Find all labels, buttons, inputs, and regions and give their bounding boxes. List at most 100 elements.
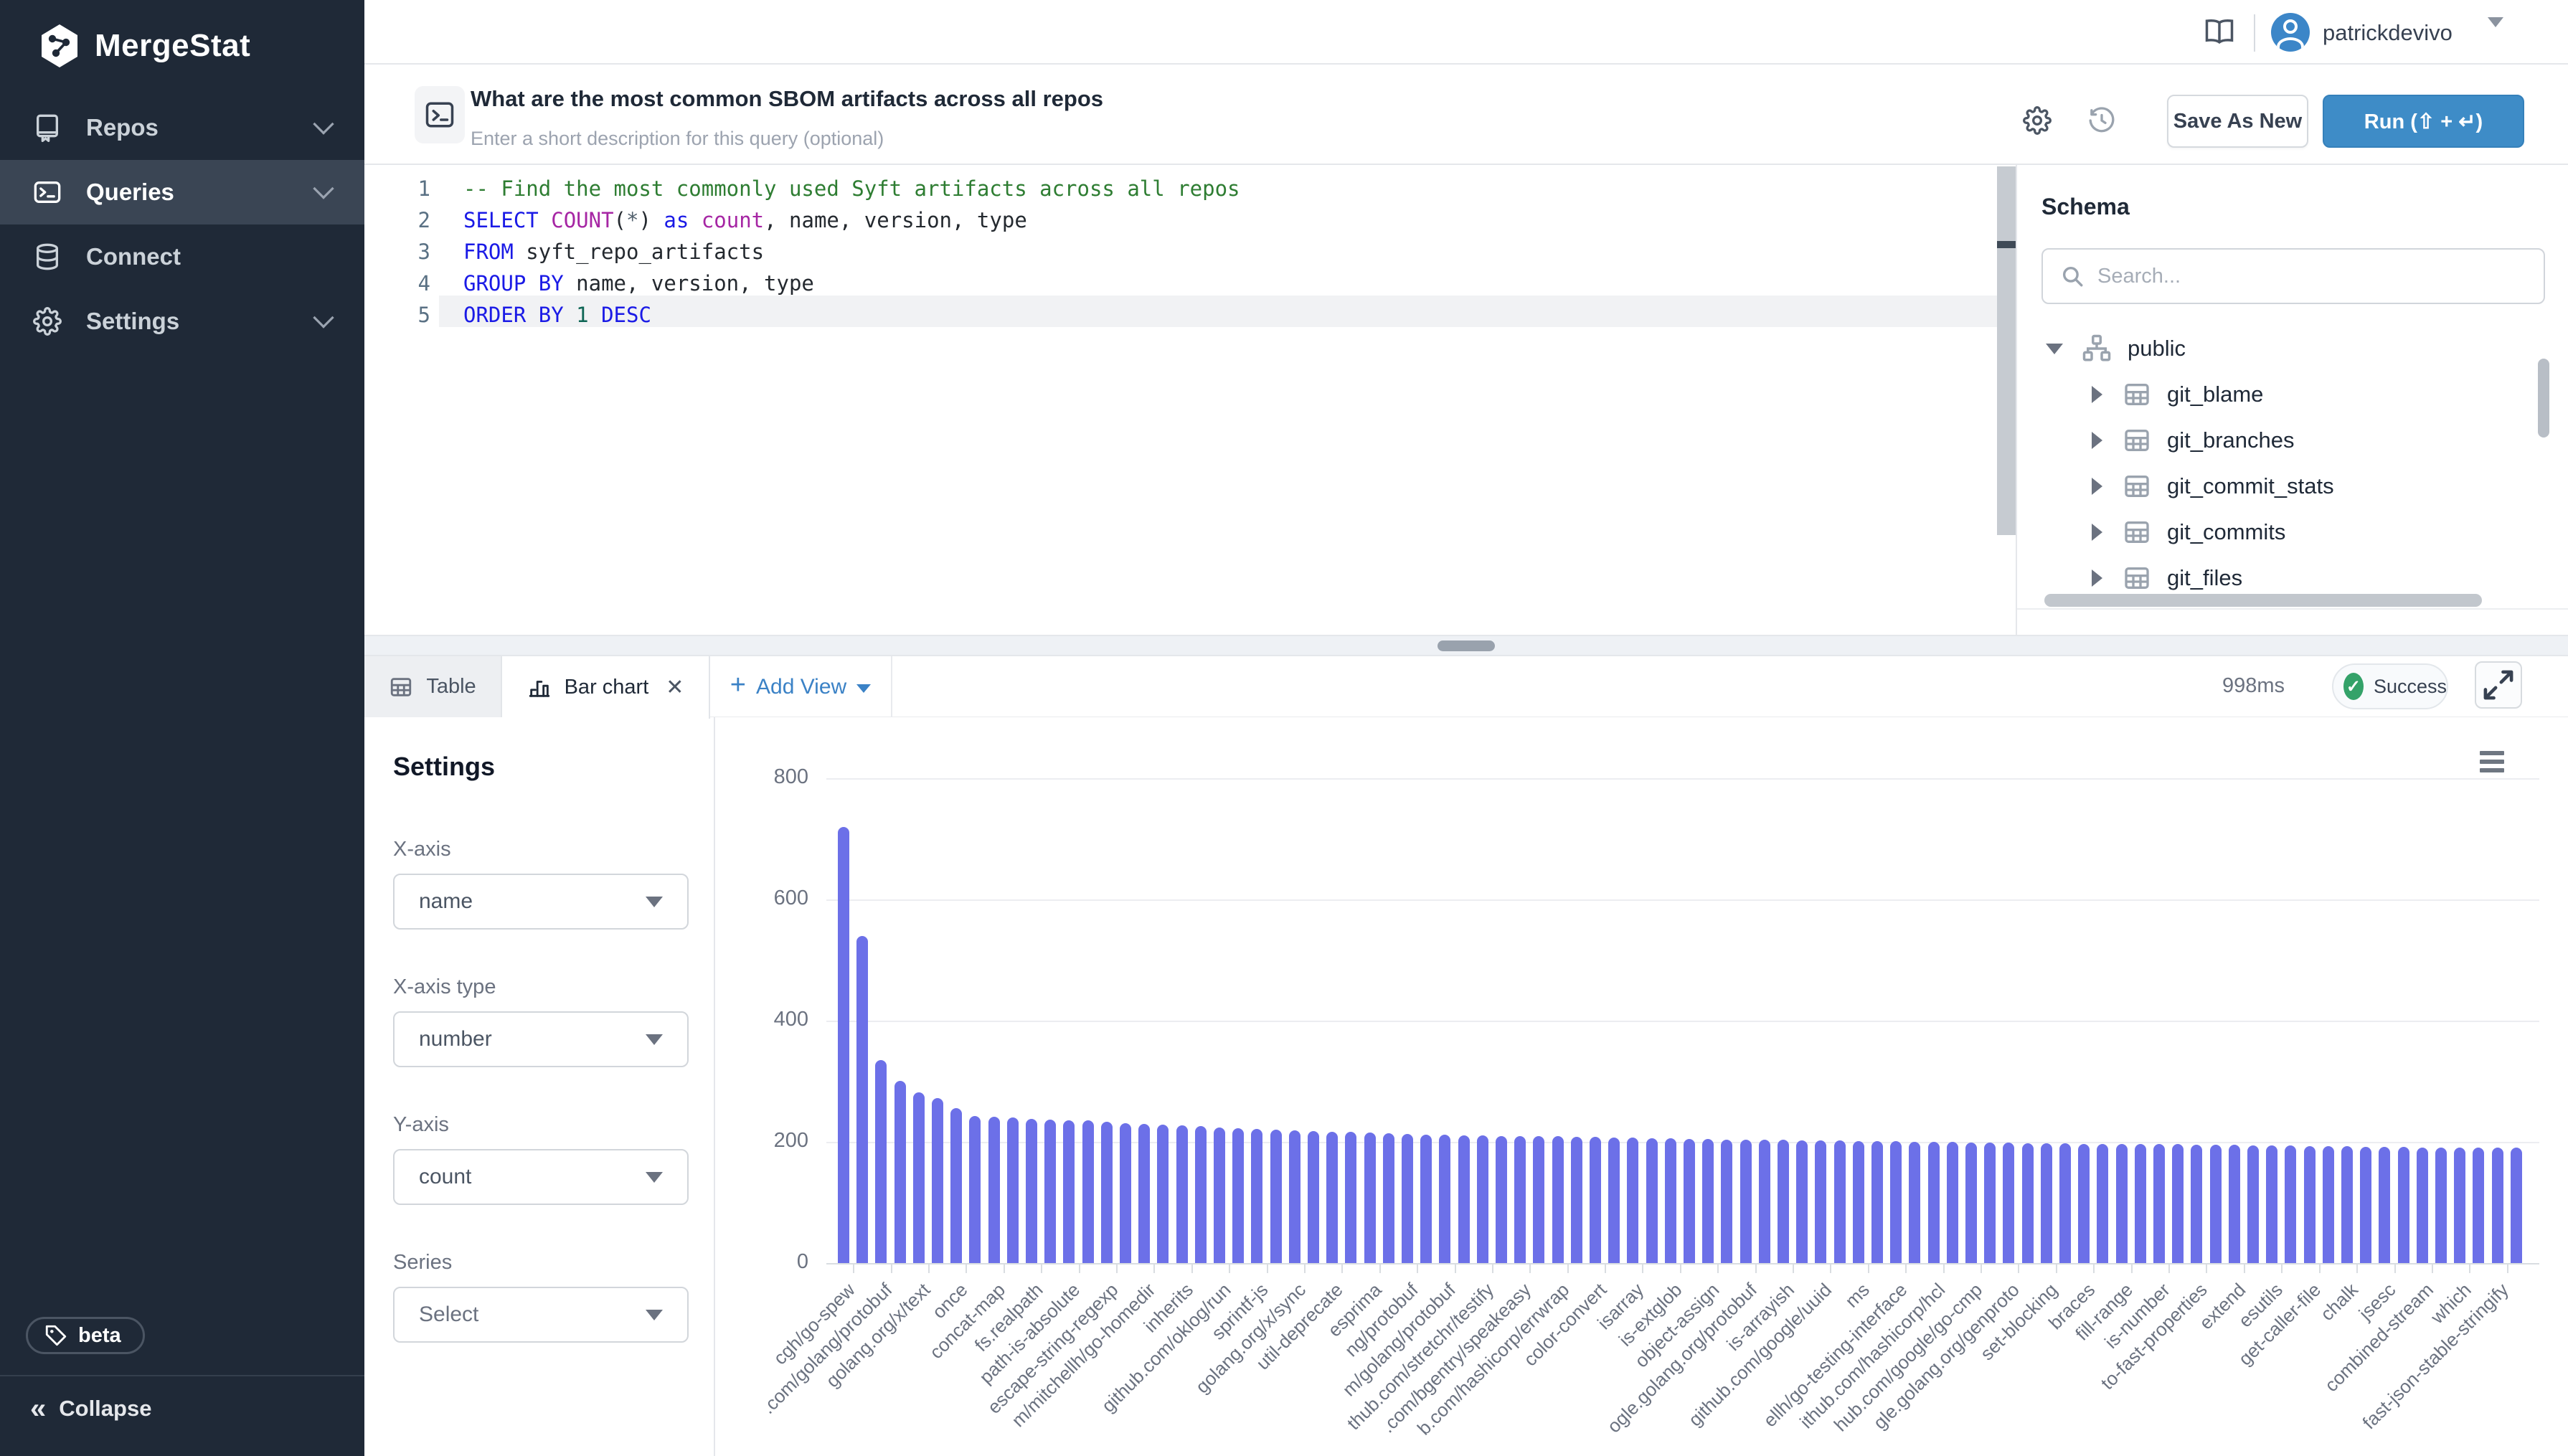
bar: [2435, 1148, 2447, 1263]
sql-editor[interactable]: 12345 -- Find the most commonly used Syf…: [364, 165, 2017, 635]
x-tick: [1830, 1264, 1831, 1273]
y-tick-label: 200: [715, 1129, 808, 1153]
username[interactable]: patrickdevivo: [2323, 20, 2453, 46]
x-tick: [1417, 1264, 1418, 1273]
gridline: [826, 1021, 2539, 1022]
save-as-new-label: Save As New: [2173, 110, 2302, 133]
bar: [2229, 1145, 2240, 1263]
schema-horizontal-scrollbar[interactable]: [2044, 594, 2482, 607]
bar: [1270, 1130, 1282, 1263]
bar: [1984, 1143, 1996, 1263]
user-menu-caret-icon[interactable]: [2488, 27, 2503, 40]
query-title[interactable]: What are the most common SBOM artifacts …: [471, 86, 1103, 112]
x-tick: [1793, 1264, 1794, 1273]
sidebar-item-settings[interactable]: Settings: [0, 289, 364, 354]
add-view-button[interactable]: + Add View: [710, 656, 892, 717]
x-tick: [1642, 1264, 1643, 1273]
x-tick: [2356, 1264, 2358, 1273]
chevron-down-icon: [313, 178, 334, 199]
sidebar-item-repos[interactable]: Repos: [0, 95, 364, 160]
y-tick-label: 600: [715, 887, 808, 910]
sidebar-item-queries[interactable]: Queries: [0, 160, 364, 224]
x-tick: [1229, 1264, 1230, 1273]
expand-icon: [2476, 663, 2521, 707]
select-y-axis[interactable]: count: [393, 1149, 689, 1205]
chevron-down-icon: [313, 307, 334, 328]
select-x-axis-type[interactable]: number: [393, 1011, 689, 1067]
schema-search[interactable]: [2041, 248, 2545, 304]
select-x-axis[interactable]: name: [393, 874, 689, 930]
bar: [1928, 1142, 1940, 1263]
schema-table-git_commit_stats[interactable]: git_commit_stats: [2017, 463, 2548, 509]
search-input[interactable]: [2097, 265, 2499, 288]
schema-table-label: git_branches: [2167, 427, 2295, 453]
caret-right-icon[interactable]: [2092, 478, 2102, 495]
x-tick: [1116, 1264, 1118, 1273]
bar: [1345, 1132, 1356, 1263]
editor-scrollbar[interactable]: [1997, 166, 2017, 535]
schema-vertical-scrollbar[interactable]: [2538, 359, 2549, 438]
bar: [1082, 1120, 1094, 1263]
brand-name: MergeStat: [95, 28, 250, 64]
avatar[interactable]: [2271, 13, 2310, 52]
query-duration: 998ms: [2222, 674, 2285, 698]
schema-table-git_branches[interactable]: git_branches: [2017, 417, 2548, 463]
caret-right-icon[interactable]: [2092, 386, 2102, 403]
x-tick: [2018, 1264, 2019, 1273]
bar-chart-icon: [527, 676, 552, 700]
bar: [1176, 1125, 1188, 1263]
tab-bar-chart[interactable]: Bar chart ✕: [502, 656, 710, 719]
caret-right-icon[interactable]: [2092, 524, 2102, 541]
bar: [1308, 1131, 1319, 1263]
schema-panel: Schema public git_blamegit_branchesgit_c…: [2017, 165, 2568, 635]
status-label: Success: [2374, 676, 2447, 698]
expand-results-button[interactable]: [2475, 661, 2522, 709]
collapse-button[interactable]: « Collapse: [30, 1396, 151, 1422]
bar: [875, 1060, 887, 1263]
splitter-drag-handle[interactable]: [1438, 640, 1495, 651]
schema-table-git_commits[interactable]: git_commits: [2017, 509, 2548, 555]
caret-right-icon[interactable]: [2092, 569, 2102, 587]
bar: [2153, 1144, 2165, 1263]
sidebar-item-connect[interactable]: Connect: [0, 224, 364, 289]
x-tick: [1492, 1264, 1493, 1273]
brand[interactable]: MergeStat: [40, 24, 250, 67]
x-tick: [1267, 1264, 1268, 1273]
x-tick: [1379, 1264, 1381, 1273]
bar: [932, 1098, 943, 1263]
schema-table-git_blame[interactable]: git_blame: [2017, 372, 2548, 417]
query-history-icon[interactable]: [2087, 106, 2116, 135]
query-settings-gear-icon[interactable]: [2023, 106, 2052, 135]
bar: [2097, 1144, 2108, 1263]
table-icon: [2123, 380, 2151, 409]
chart-menu-icon[interactable]: [2480, 751, 2504, 772]
tab-table[interactable]: Table: [364, 656, 502, 717]
bar: [1044, 1120, 1056, 1263]
run-button[interactable]: Run (⇧ + ↵): [2323, 95, 2524, 148]
close-tab-icon[interactable]: ✕: [666, 675, 684, 700]
schema-table-label: git_files: [2167, 565, 2242, 591]
topbar: patrickdevivo: [364, 0, 2568, 65]
bar: [969, 1116, 981, 1263]
select-caret-icon: [646, 1310, 663, 1320]
sidebar-item-label: Connect: [86, 243, 333, 270]
bar: [2511, 1148, 2522, 1263]
query-description-placeholder[interactable]: Enter a short description for this query…: [471, 128, 884, 150]
docs-book-icon[interactable]: [2204, 19, 2234, 44]
save-as-new-button[interactable]: Save As New: [2167, 95, 2308, 148]
schema-root-icon: [2082, 334, 2112, 364]
bar: [1063, 1120, 1075, 1263]
panel-splitter[interactable]: [364, 635, 2568, 656]
schema-root-public[interactable]: public: [2017, 326, 2548, 372]
collapse-icon: «: [30, 1398, 46, 1419]
beta-badge: beta: [26, 1317, 145, 1354]
chevron-down-icon: [313, 113, 334, 134]
caret-down-icon[interactable]: [2046, 344, 2063, 354]
bar-chart-canvas[interactable]: 0200400600800 cgh/go-spew.com/golang/pro…: [715, 717, 2568, 1456]
select-series[interactable]: Select: [393, 1287, 689, 1343]
bar: [1590, 1137, 1601, 1263]
caret-right-icon[interactable]: [2092, 432, 2102, 449]
bar: [1007, 1117, 1019, 1263]
bar: [1364, 1133, 1376, 1263]
add-view-label: Add View: [756, 675, 846, 699]
